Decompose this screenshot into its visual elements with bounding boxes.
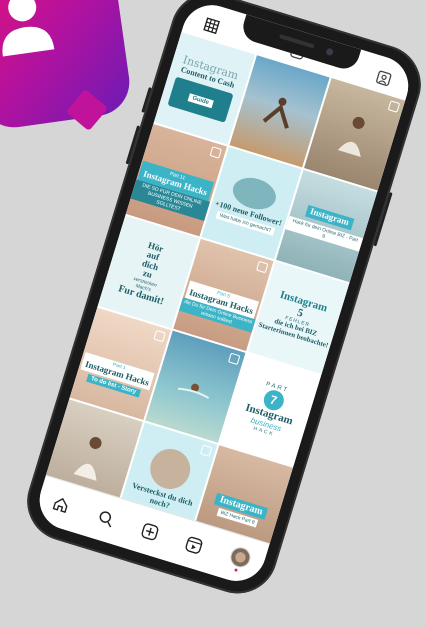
reel-icon	[256, 260, 269, 274]
profile-tab[interactable]	[226, 544, 253, 574]
reel-icon	[228, 352, 241, 366]
grid-icon[interactable]	[200, 14, 222, 36]
tagged-icon[interactable]	[373, 67, 395, 89]
swimming-photo	[177, 383, 210, 399]
profile-avatar	[227, 544, 253, 570]
volume-down-button	[125, 125, 141, 165]
reels-tab-icon[interactable]	[183, 534, 205, 556]
reel-icon	[209, 146, 222, 159]
acrobatic-people-photo	[262, 97, 289, 129]
guide-label: Guide	[187, 93, 214, 109]
reel-icon	[200, 444, 213, 458]
search-icon[interactable]	[94, 507, 116, 529]
notification-dot	[234, 567, 239, 572]
person-icon	[2, 0, 55, 57]
reel-icon	[387, 100, 401, 113]
power-button	[373, 192, 393, 247]
new-post-icon[interactable]	[139, 521, 161, 543]
home-icon[interactable]	[50, 493, 72, 515]
reel-icon	[153, 329, 166, 343]
volume-up-button	[141, 87, 152, 113]
woman-in-field-photo	[73, 437, 102, 482]
woman-sitting-photo	[337, 116, 365, 157]
